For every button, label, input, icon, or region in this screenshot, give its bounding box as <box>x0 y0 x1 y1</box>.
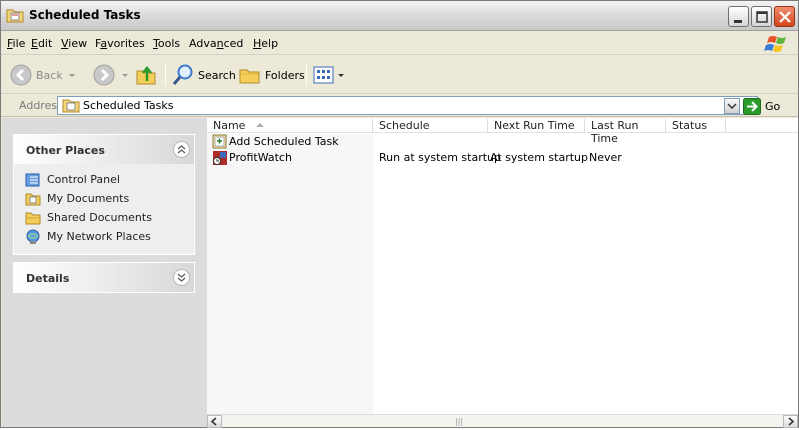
column-header-next-run-time[interactable]: Next Run Time <box>488 119 585 133</box>
link-my-documents[interactable]: My Documents <box>14 189 194 208</box>
scroll-left-button[interactable] <box>207 415 222 428</box>
scroll-right-button[interactable] <box>783 415 798 428</box>
search-icon <box>172 64 193 85</box>
profitwatch-task-icon <box>213 151 227 165</box>
control-panel-icon <box>25 173 40 186</box>
scheduled-tasks-folder-icon <box>6 9 24 23</box>
shared-documents-icon <box>25 212 41 224</box>
link-my-network-places[interactable]: My Network Places <box>14 227 194 246</box>
up-folder-icon <box>136 65 156 85</box>
forward-arrow-icon <box>93 64 115 86</box>
views-icon <box>313 66 334 84</box>
back-arrow-icon <box>10 64 32 86</box>
address-value: Scheduled Tasks <box>83 99 174 112</box>
maximize-icon <box>756 11 768 23</box>
menu-view[interactable]: View <box>61 37 87 50</box>
column-header-last-run-time[interactable]: Last Run Time <box>585 119 666 145</box>
table-row[interactable]: ProfitWatch Run at system startup At sys… <box>207 150 798 166</box>
folders-icon <box>239 69 260 84</box>
column-header-name[interactable]: Name <box>207 119 373 133</box>
collapse-button[interactable] <box>173 141 190 158</box>
maximize-button[interactable] <box>751 6 772 27</box>
menu-file[interactable]: File <box>7 37 25 50</box>
my-documents-icon <box>25 193 41 205</box>
menu-edit[interactable]: Edit <box>31 37 52 50</box>
views-dropdown-icon[interactable] <box>337 70 345 80</box>
close-button[interactable] <box>774 6 795 27</box>
explorer-window: Scheduled Tasks File Edit View Favorites… <box>0 0 799 428</box>
forward-button[interactable] <box>92 62 130 88</box>
details-title: Details <box>26 272 70 285</box>
task-pane: Other Places Control Panel My Documents … <box>2 118 207 427</box>
window-title: Scheduled Tasks <box>29 8 141 22</box>
expand-button[interactable] <box>173 269 190 286</box>
sort-ascending-icon <box>255 123 264 127</box>
forward-dropdown-icon[interactable] <box>120 70 130 80</box>
menu-help[interactable]: Help <box>253 37 278 50</box>
address-input[interactable]: Scheduled Tasks <box>57 96 758 115</box>
menu-advanced[interactable]: Advanced <box>189 37 243 50</box>
toolbar-separator <box>306 64 307 86</box>
scheduled-tasks-folder-icon <box>62 99 80 113</box>
other-places-panel: Other Places Control Panel My Documents … <box>13 134 195 255</box>
menu-bar: File Edit View Favorites Tools Advanced … <box>1 32 798 55</box>
task-next-run-time: At system startup <box>490 151 588 164</box>
link-shared-documents[interactable]: Shared Documents <box>14 208 194 227</box>
task-list-view: Name Schedule Next Run Time Last Run Tim… <box>207 118 798 428</box>
other-places-title: Other Places <box>26 144 105 157</box>
link-control-panel[interactable]: Control Panel <box>14 170 194 189</box>
standard-toolbar: Back Search Folders <box>1 56 798 94</box>
task-name: Add Scheduled Task <box>229 135 339 148</box>
network-places-icon <box>26 229 40 244</box>
up-folder-button[interactable] <box>134 62 158 88</box>
title-bar[interactable]: Scheduled Tasks <box>1 1 798 31</box>
task-schedule: Run at system startup <box>379 151 501 164</box>
chevron-up-icon <box>177 145 186 154</box>
chevron-down-icon <box>727 103 737 110</box>
go-button[interactable]: Go <box>743 98 780 115</box>
address-dropdown-button[interactable] <box>724 98 740 114</box>
views-button[interactable] <box>313 62 345 88</box>
column-header-status[interactable]: Status <box>666 119 726 133</box>
back-button[interactable]: Back <box>9 62 77 88</box>
chevron-left-icon <box>210 417 217 426</box>
task-name: ProfitWatch <box>229 151 292 164</box>
back-dropdown-icon[interactable] <box>67 70 77 80</box>
minimize-icon <box>734 20 742 23</box>
column-header-schedule[interactable]: Schedule <box>373 119 488 133</box>
scrollbar-thumb-grip[interactable]: ||| <box>455 417 463 426</box>
task-last-run-time: Never <box>589 151 622 164</box>
table-row[interactable]: Add Scheduled Task <box>207 134 798 150</box>
horizontal-scrollbar[interactable]: ||| <box>207 414 798 428</box>
folders-button[interactable]: Folders <box>238 62 305 88</box>
go-arrow-icon <box>743 98 761 115</box>
sorted-column-highlight <box>207 134 373 414</box>
search-button[interactable]: Search <box>171 62 236 88</box>
menu-tools[interactable]: Tools <box>153 37 180 50</box>
details-panel: Details <box>13 262 195 293</box>
chevron-right-icon <box>788 417 795 426</box>
add-scheduled-task-icon <box>212 134 227 149</box>
close-icon <box>779 11 791 23</box>
chevron-down-icon <box>177 273 186 282</box>
menu-favorites[interactable]: Favorites <box>95 37 145 50</box>
minimize-button[interactable] <box>728 6 749 27</box>
column-header-row: Name Schedule Next Run Time Last Run Tim… <box>207 118 798 145</box>
address-bar: Address Scheduled Tasks <box>1 95 798 117</box>
details-header[interactable]: Details <box>14 263 194 292</box>
windows-logo-icon <box>764 36 786 52</box>
toolbar-separator <box>165 64 166 86</box>
other-places-header[interactable]: Other Places <box>14 135 194 164</box>
